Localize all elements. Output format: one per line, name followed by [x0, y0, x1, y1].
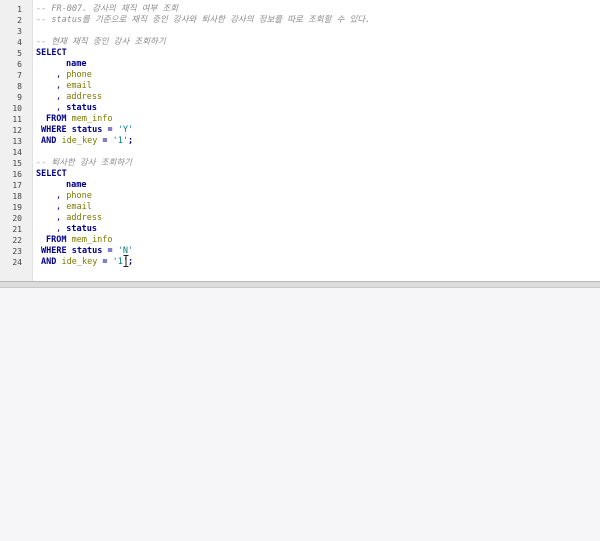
code-text: -- 현재 재직 중인 강사 조회하기 [36, 37, 166, 48]
sql-editor[interactable]: 1 -- FR-007. 강사의 재직 여부 조회 2 -- status를 기준으로… [0, 0, 600, 281]
code-text: -- 퇴사한 강사 조회하기 [36, 158, 132, 169]
code-token: 'Y' [117, 125, 134, 135]
line-number: 23 [12, 247, 22, 256]
code-token: AND [41, 257, 62, 267]
line-number: 17 [12, 181, 22, 190]
code-text: -- FR-007. 강사의 재직 여부 조회 [36, 4, 178, 15]
code-text: AND ide_key = '1'; [41, 136, 133, 147]
line-number: 15 [12, 159, 22, 168]
code-token: SELECT [36, 169, 67, 179]
code-token: = [97, 257, 113, 267]
line-number: 5 [17, 49, 22, 58]
code-text: WHERE status = 'Y' [41, 125, 133, 136]
code-text: name [66, 59, 86, 70]
code-text: SELECT [36, 48, 67, 59]
code-token: = [97, 136, 113, 146]
code-token: , [56, 202, 67, 212]
code-token: -- FR-007. 강사의 재직 여부 조회 [36, 4, 179, 14]
line-number: 2 [17, 16, 22, 25]
text-cursor-icon [123, 252, 129, 267]
code-text: SELECT [36, 169, 67, 180]
code-token: FROM [46, 235, 72, 245]
code-token: , [56, 92, 67, 102]
code-text: , phone [56, 191, 92, 202]
line-number: 8 [17, 82, 22, 91]
code-text: , status [56, 224, 97, 235]
code-token: -- status를 기준으로 재직 중인 강사와 퇴사한 강사의 정보를 따로… [36, 15, 371, 25]
code-text: , phone [56, 70, 92, 81]
code-token: ide_key [61, 136, 98, 146]
code-text: , email [56, 81, 92, 92]
code-token: SELECT [36, 48, 67, 58]
line-number: 24 [12, 258, 22, 267]
code-token: name [66, 59, 87, 69]
line-number: 6 [17, 60, 22, 69]
line-number: 11 [12, 115, 22, 124]
code-token: FROM [46, 114, 72, 124]
code-text: WHERE status = 'N' [41, 246, 133, 257]
code-token: ide_key [61, 257, 98, 267]
code-token: name [66, 180, 87, 190]
line-number: 12 [12, 126, 22, 135]
code-text: name [66, 180, 86, 191]
line-number: 7 [17, 71, 22, 80]
code-token: email [66, 202, 92, 212]
code-token: status [66, 103, 97, 113]
code-token: email [66, 81, 92, 91]
code-token: , [56, 191, 67, 201]
line-number: 1 [17, 5, 22, 14]
code-text: -- status를 기준으로 재직 중인 강사와 퇴사한 강사의 정보를 따로… [36, 15, 370, 26]
line-number: 20 [12, 214, 22, 223]
code-text: , status [56, 103, 97, 114]
code-text: , address [56, 92, 102, 103]
code-token: , [56, 213, 67, 223]
code-token: , [56, 224, 67, 234]
line-number: 4 [17, 38, 22, 47]
line-number: 14 [12, 148, 22, 157]
line-number: 3 [17, 27, 22, 36]
code-token: -- 퇴사한 강사 조회하기 [36, 158, 132, 168]
code-token: status [66, 224, 97, 234]
code-token: mem_info [71, 114, 113, 124]
code-text: , email [56, 202, 92, 213]
result-panel [0, 288, 600, 541]
line-number: 22 [12, 236, 22, 245]
code-token: phone [66, 191, 92, 201]
line-number: 9 [17, 93, 22, 102]
code-token: WHERE status = [41, 125, 118, 135]
line-number: 18 [12, 192, 22, 201]
line-number: 13 [12, 137, 22, 146]
code-text: , address [56, 213, 102, 224]
code-text: AND ide_key = '1'; [41, 257, 133, 268]
code-token: WHERE status = [41, 246, 118, 256]
code-token: ; [128, 136, 134, 146]
code-token: address [66, 92, 103, 102]
line-number: 16 [12, 170, 22, 179]
code-text: FROM mem_info [46, 235, 113, 246]
code-token: '1' [112, 136, 129, 146]
code-text: FROM mem_info [46, 114, 113, 125]
pane-splitter[interactable] [0, 281, 600, 288]
code-token: -- 현재 재직 중인 강사 조회하기 [36, 37, 166, 47]
code-token: AND [41, 136, 62, 146]
code-token: , [56, 70, 67, 80]
code-token: phone [66, 70, 92, 80]
code-token: mem_info [71, 235, 113, 245]
code-token: , [56, 81, 67, 91]
line-number: 10 [12, 104, 22, 113]
line-number: 19 [12, 203, 22, 212]
code-token: , [56, 103, 67, 113]
line-number: 21 [12, 225, 22, 234]
code-token: address [66, 213, 103, 223]
